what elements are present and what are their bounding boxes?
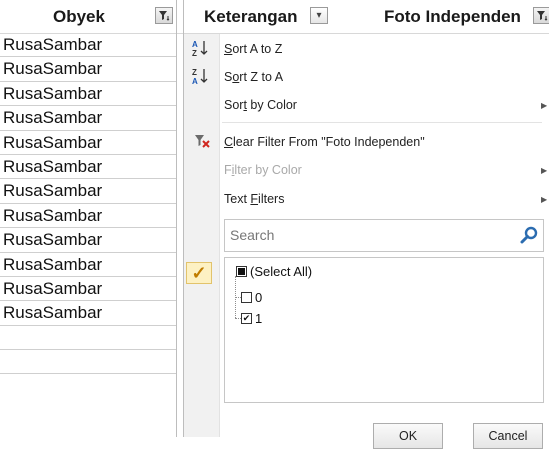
- cell[interactable]: RusaSambar: [0, 131, 176, 155]
- filter-funnel-icon: [159, 11, 170, 21]
- cell[interactable]: RusaSambar: [0, 253, 176, 277]
- menu-icon-gutter: [184, 34, 220, 437]
- filter-applied-check-icon: ✓: [186, 262, 212, 284]
- cancel-button[interactable]: Cancel: [473, 423, 543, 449]
- cell[interactable]: RusaSambar: [0, 228, 176, 253]
- menu-item-text-filters[interactable]: Text Filters ▶: [224, 188, 548, 210]
- submenu-arrow-icon: ▶: [541, 194, 548, 204]
- cell[interactable]: RusaSambar: [0, 57, 176, 82]
- list-item-select-all[interactable]: (Select All): [236, 264, 312, 279]
- svg-text:Z: Z: [192, 68, 197, 77]
- cell[interactable]: RusaSambar: [0, 301, 176, 326]
- cell[interactable]: RusaSambar: [0, 155, 176, 180]
- list-item-label: (Select All): [250, 264, 313, 279]
- column-border: [176, 0, 177, 437]
- cell[interactable]: RusaSambar: [0, 33, 176, 58]
- submenu-arrow-icon: ▶: [541, 100, 548, 110]
- menu-item-label: Clear Filter From "Foto Independen": [224, 135, 425, 149]
- column-a-filter-button[interactable]: [155, 7, 173, 24]
- cell[interactable]: [0, 350, 176, 375]
- menu-item-label: Text Filters: [224, 192, 285, 206]
- checkbox-partial[interactable]: [236, 266, 247, 277]
- dropdown-arrow-icon: ▾: [316, 10, 322, 21]
- cell[interactable]: RusaSambar: [0, 106, 176, 131]
- column-b-header[interactable]: Keterangan ▾: [184, 0, 354, 33]
- search-placeholder: Search: [230, 227, 275, 243]
- menu-item-label: Sort Z to A: [224, 70, 284, 84]
- menu-item-clear-filter[interactable]: Clear Filter From "Foto Independen": [195, 131, 425, 153]
- list-item-label: 1: [255, 311, 263, 326]
- column-c-title: Foto Independen: [384, 6, 521, 26]
- column-a-header[interactable]: Obyek: [0, 0, 176, 33]
- menu-item-sort-a-to-z[interactable]: AZ Sort A to Z: [192, 38, 283, 60]
- filter-values-list[interactable]: (Select All) 0 ✔ 1: [224, 257, 544, 403]
- cell[interactable]: RusaSambar: [0, 277, 176, 302]
- sort-ascending-icon: AZ: [192, 39, 210, 60]
- list-item-label: 0: [255, 290, 263, 305]
- ok-button[interactable]: OK: [373, 423, 443, 449]
- submenu-arrow-icon: ▶: [541, 165, 548, 175]
- autofilter-menu: AZ Sort A to Z ZA Sort Z to A Sort by Co…: [184, 34, 549, 449]
- clear-filter-icon: [193, 133, 211, 152]
- svg-text:A: A: [192, 40, 198, 49]
- cell[interactable]: RusaSambar: [0, 204, 176, 229]
- column-a-cells: RusaSambar RusaSambar RusaSambar RusaSambar…: [0, 33, 176, 375]
- search-icon: [520, 226, 538, 244]
- cell[interactable]: RusaSambar: [0, 179, 176, 204]
- menu-item-sort-by-color[interactable]: Sort by Color ▶: [224, 94, 548, 116]
- list-item-value[interactable]: ✔ 1: [241, 311, 262, 326]
- column-b-filter-button[interactable]: ▾: [310, 7, 328, 24]
- column-a-title: Obyek: [53, 6, 105, 26]
- svg-text:Z: Z: [192, 49, 197, 57]
- checkbox-unchecked[interactable]: [241, 292, 252, 303]
- menu-item-label: Sort by Color: [224, 98, 297, 112]
- menu-item-label: Sort A to Z: [224, 42, 283, 56]
- filter-search-input[interactable]: Search: [224, 219, 544, 252]
- cell[interactable]: RusaSambar: [0, 82, 176, 107]
- list-item-value[interactable]: 0: [241, 290, 262, 305]
- menu-separator: [222, 122, 542, 123]
- menu-item-label: Filter by Color: [224, 163, 302, 177]
- checkbox-checked[interactable]: ✔: [241, 313, 252, 324]
- column-b-title: Keterangan: [204, 6, 298, 26]
- sort-descending-icon: ZA: [192, 67, 210, 88]
- menu-item-sort-z-to-a[interactable]: ZA Sort Z to A: [192, 66, 284, 88]
- svg-text:A: A: [192, 77, 198, 85]
- menu-item-filter-by-color[interactable]: Filter by Color ▶: [224, 159, 548, 181]
- filter-funnel-icon: [537, 11, 548, 21]
- cell[interactable]: [0, 326, 176, 351]
- column-c-filter-button[interactable]: [533, 7, 549, 24]
- column-c-header[interactable]: Foto Independen: [354, 0, 549, 33]
